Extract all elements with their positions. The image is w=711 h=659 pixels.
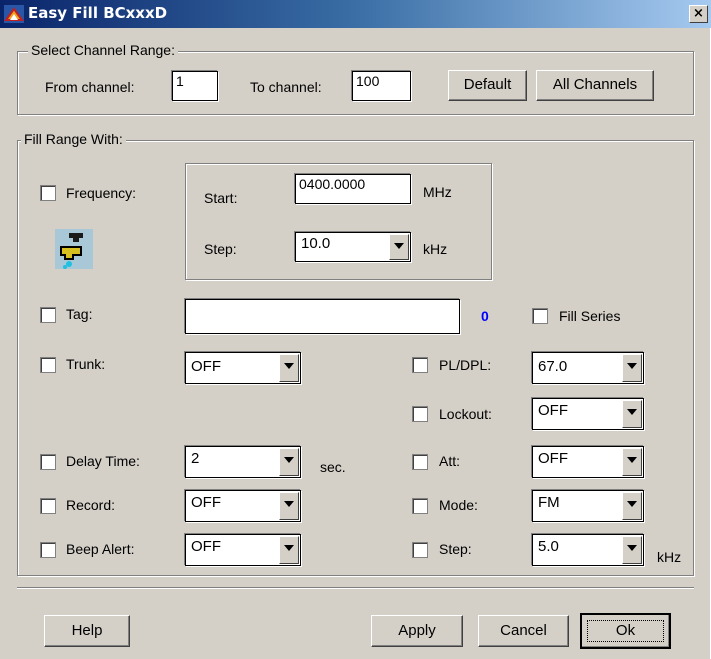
fill-series-label: Fill Series <box>559 308 621 324</box>
chevron-down-icon[interactable] <box>622 492 642 520</box>
pl-dpl-label: PL/DPL: <box>439 357 492 373</box>
mode-select[interactable]: FM <box>532 490 644 522</box>
frequency-label: Frequency: <box>66 185 137 201</box>
to-channel-label: To channel: <box>250 79 322 95</box>
frequency-step-value: 10.0 <box>301 235 331 252</box>
lockout-checkbox[interactable] <box>412 406 428 422</box>
mode-value: FM <box>538 494 560 511</box>
apply-button[interactable]: Apply <box>371 615 463 647</box>
from-channel-label: From channel: <box>45 79 135 95</box>
from-channel-input[interactable]: 1 <box>172 71 218 101</box>
start-unit-label: MHz <box>423 184 452 200</box>
delay-time-value: 2 <box>191 450 200 467</box>
att-value: OFF <box>538 450 568 467</box>
trunk-label: Trunk: <box>66 356 106 372</box>
mode-checkbox[interactable] <box>412 498 428 514</box>
tag-count: 0 <box>481 308 489 324</box>
step-unit: kHz <box>657 549 682 565</box>
delay-time-label: Delay Time: <box>66 453 140 469</box>
easy-fill-dialog: Easy Fill BCxxxD × Select Channel Range:… <box>0 0 711 659</box>
footer-separator <box>17 587 694 589</box>
mode-label: Mode: <box>439 497 478 513</box>
att-checkbox[interactable] <box>412 454 428 470</box>
to-channel-input[interactable]: 100 <box>352 71 411 101</box>
faucet-icon[interactable] <box>55 229 93 269</box>
pl-dpl-value: 67.0 <box>538 358 568 375</box>
record-value: OFF <box>191 494 221 511</box>
step-option-label: Step: <box>439 541 472 557</box>
att-select[interactable]: OFF <box>532 446 644 478</box>
step-value: 5.0 <box>538 538 559 555</box>
fill-range-label: Fill Range With: <box>21 131 126 147</box>
fill-series-checkbox[interactable] <box>532 308 548 324</box>
chevron-down-icon[interactable] <box>622 536 642 564</box>
step-select[interactable]: 5.0 <box>532 534 644 566</box>
ok-focus-rect <box>587 620 664 642</box>
beep-alert-select[interactable]: OFF <box>185 534 301 566</box>
step-label: Step: <box>204 241 237 257</box>
trunk-checkbox[interactable] <box>40 357 56 373</box>
lockout-select[interactable]: OFF <box>532 398 644 430</box>
chevron-down-icon[interactable] <box>622 448 642 476</box>
chevron-down-icon[interactable] <box>279 536 299 564</box>
start-frequency-input[interactable]: 0400.0000 <box>295 174 411 204</box>
cancel-button[interactable]: Cancel <box>478 615 569 647</box>
window-title: Easy Fill BCxxxD <box>28 4 168 22</box>
delay-time-unit: sec. <box>320 459 346 475</box>
apply-button-label: Apply <box>398 622 436 639</box>
default-button[interactable]: Default <box>448 70 527 101</box>
beep-alert-checkbox[interactable] <box>40 542 56 558</box>
cancel-button-label: Cancel <box>500 622 547 639</box>
frequency-step-select[interactable]: 10.0 <box>295 232 411 262</box>
close-button[interactable]: × <box>689 5 708 23</box>
chevron-down-icon[interactable] <box>279 448 299 476</box>
chevron-down-icon[interactable] <box>389 234 409 260</box>
lockout-label: Lockout: <box>439 406 492 422</box>
delay-time-select[interactable]: 2 <box>185 446 301 478</box>
all-channels-button-label: All Channels <box>552 76 638 93</box>
pl-dpl-checkbox[interactable] <box>412 357 428 373</box>
default-button-label: Default <box>463 76 512 93</box>
beep-alert-label: Beep Alert: <box>66 541 135 557</box>
all-channels-button[interactable]: All Channels <box>536 70 654 101</box>
step-unit-label: kHz <box>423 241 448 257</box>
record-select[interactable]: OFF <box>185 490 301 522</box>
chevron-down-icon[interactable] <box>279 492 299 520</box>
trunk-select[interactable]: OFF <box>185 352 301 384</box>
lockout-value: OFF <box>538 402 568 419</box>
tag-input[interactable] <box>185 299 460 334</box>
beep-alert-value: OFF <box>191 538 221 555</box>
delay-time-checkbox[interactable] <box>40 454 56 470</box>
chevron-down-icon[interactable] <box>622 354 642 382</box>
chevron-down-icon[interactable] <box>622 400 642 428</box>
channel-range-label: Select Channel Range: <box>28 42 178 58</box>
title-bar[interactable]: Easy Fill BCxxxD × <box>0 0 711 28</box>
start-label: Start: <box>204 190 238 206</box>
record-checkbox[interactable] <box>40 498 56 514</box>
ok-button[interactable]: Ok <box>580 613 671 649</box>
att-label: Att: <box>439 453 461 469</box>
trunk-value: OFF <box>191 358 221 375</box>
help-button[interactable]: Help <box>44 615 130 647</box>
chevron-down-icon[interactable] <box>279 354 299 382</box>
record-label: Record: <box>66 497 116 513</box>
tag-label: Tag: <box>66 306 93 322</box>
tag-checkbox[interactable] <box>40 307 56 323</box>
app-icon <box>4 5 24 23</box>
frequency-checkbox[interactable] <box>40 185 56 201</box>
help-button-label: Help <box>71 622 103 639</box>
pl-dpl-select[interactable]: 67.0 <box>532 352 644 384</box>
step-checkbox[interactable] <box>412 542 428 558</box>
